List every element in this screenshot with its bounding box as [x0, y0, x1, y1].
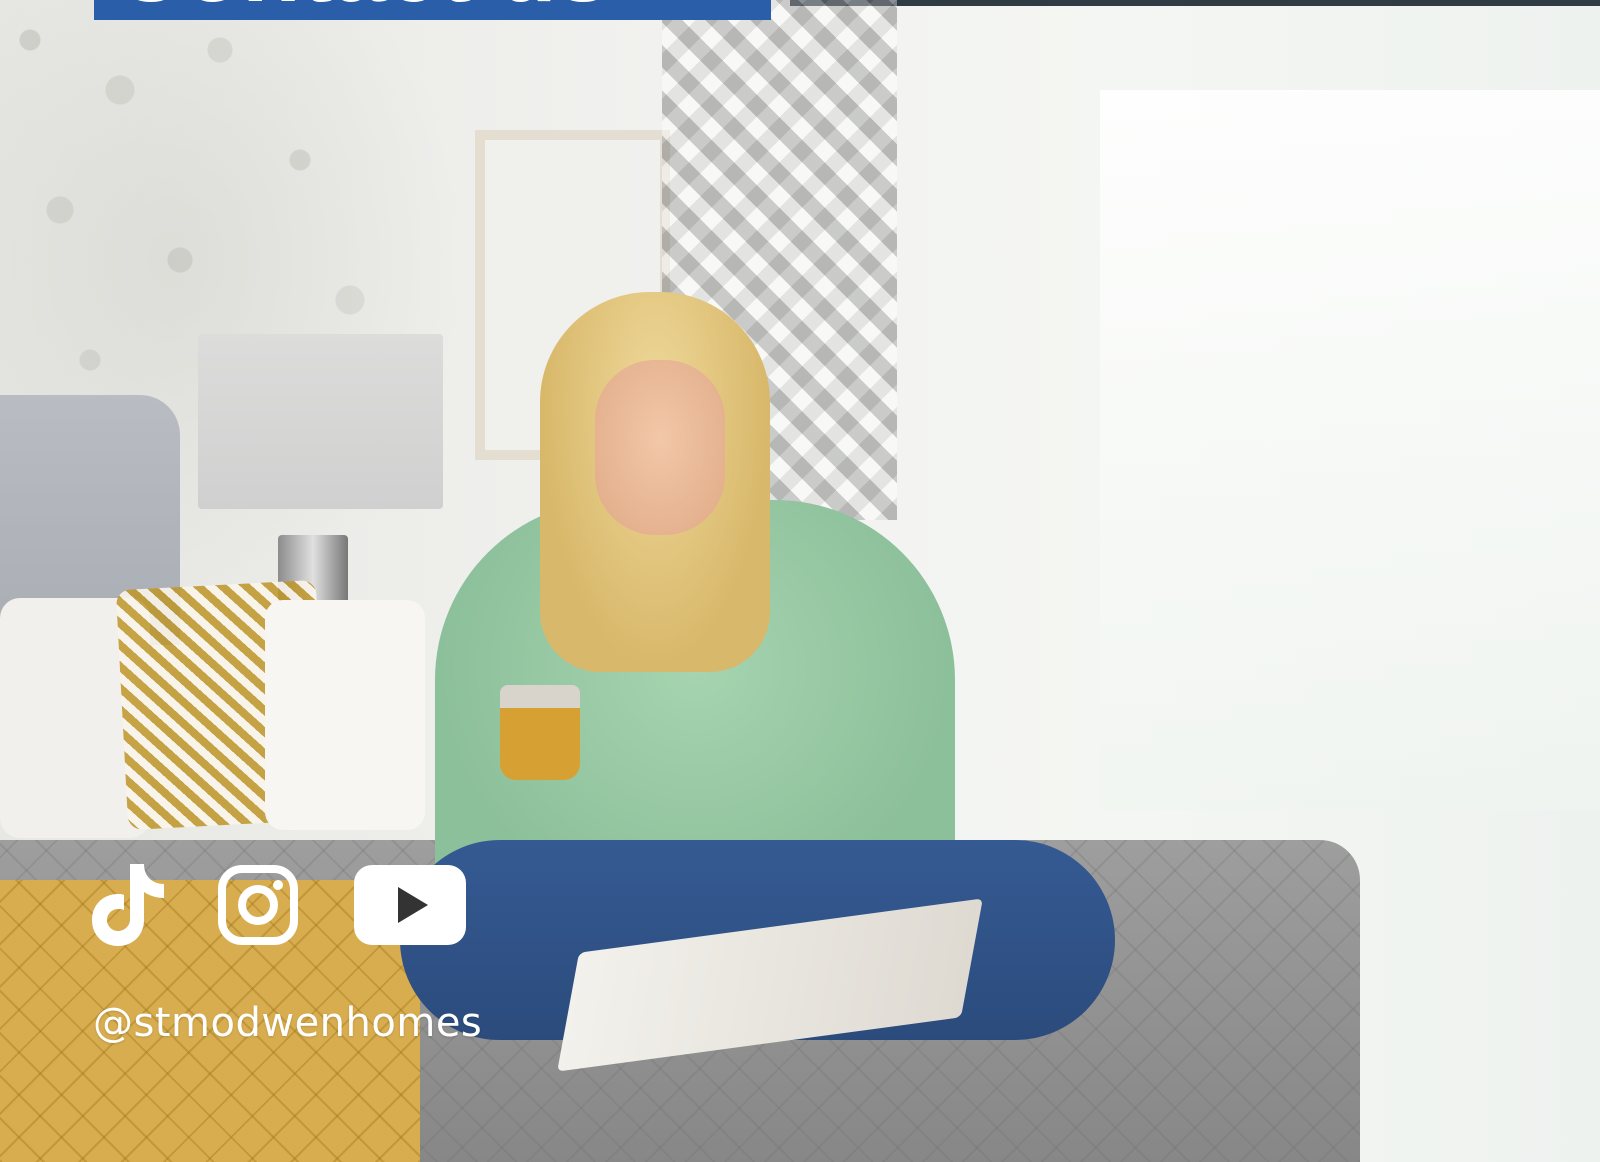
tiktok-icon[interactable]: [92, 864, 164, 946]
pillow: [265, 600, 425, 830]
social-links: [92, 864, 466, 946]
lamp-shade: [198, 334, 443, 509]
page: Contact us @stmodwenhomes: [0, 0, 1600, 1162]
page-title-banner: Contact us: [94, 0, 771, 20]
instagram-icon[interactable]: [218, 865, 298, 945]
page-title: Contact us: [114, 0, 610, 20]
window-light: [1100, 90, 1600, 810]
mug: [500, 685, 580, 780]
top-strip: [790, 0, 1600, 6]
youtube-icon[interactable]: [354, 865, 466, 945]
social-handle[interactable]: @stmodwenhomes: [93, 1000, 482, 1046]
person-face: [595, 360, 725, 535]
